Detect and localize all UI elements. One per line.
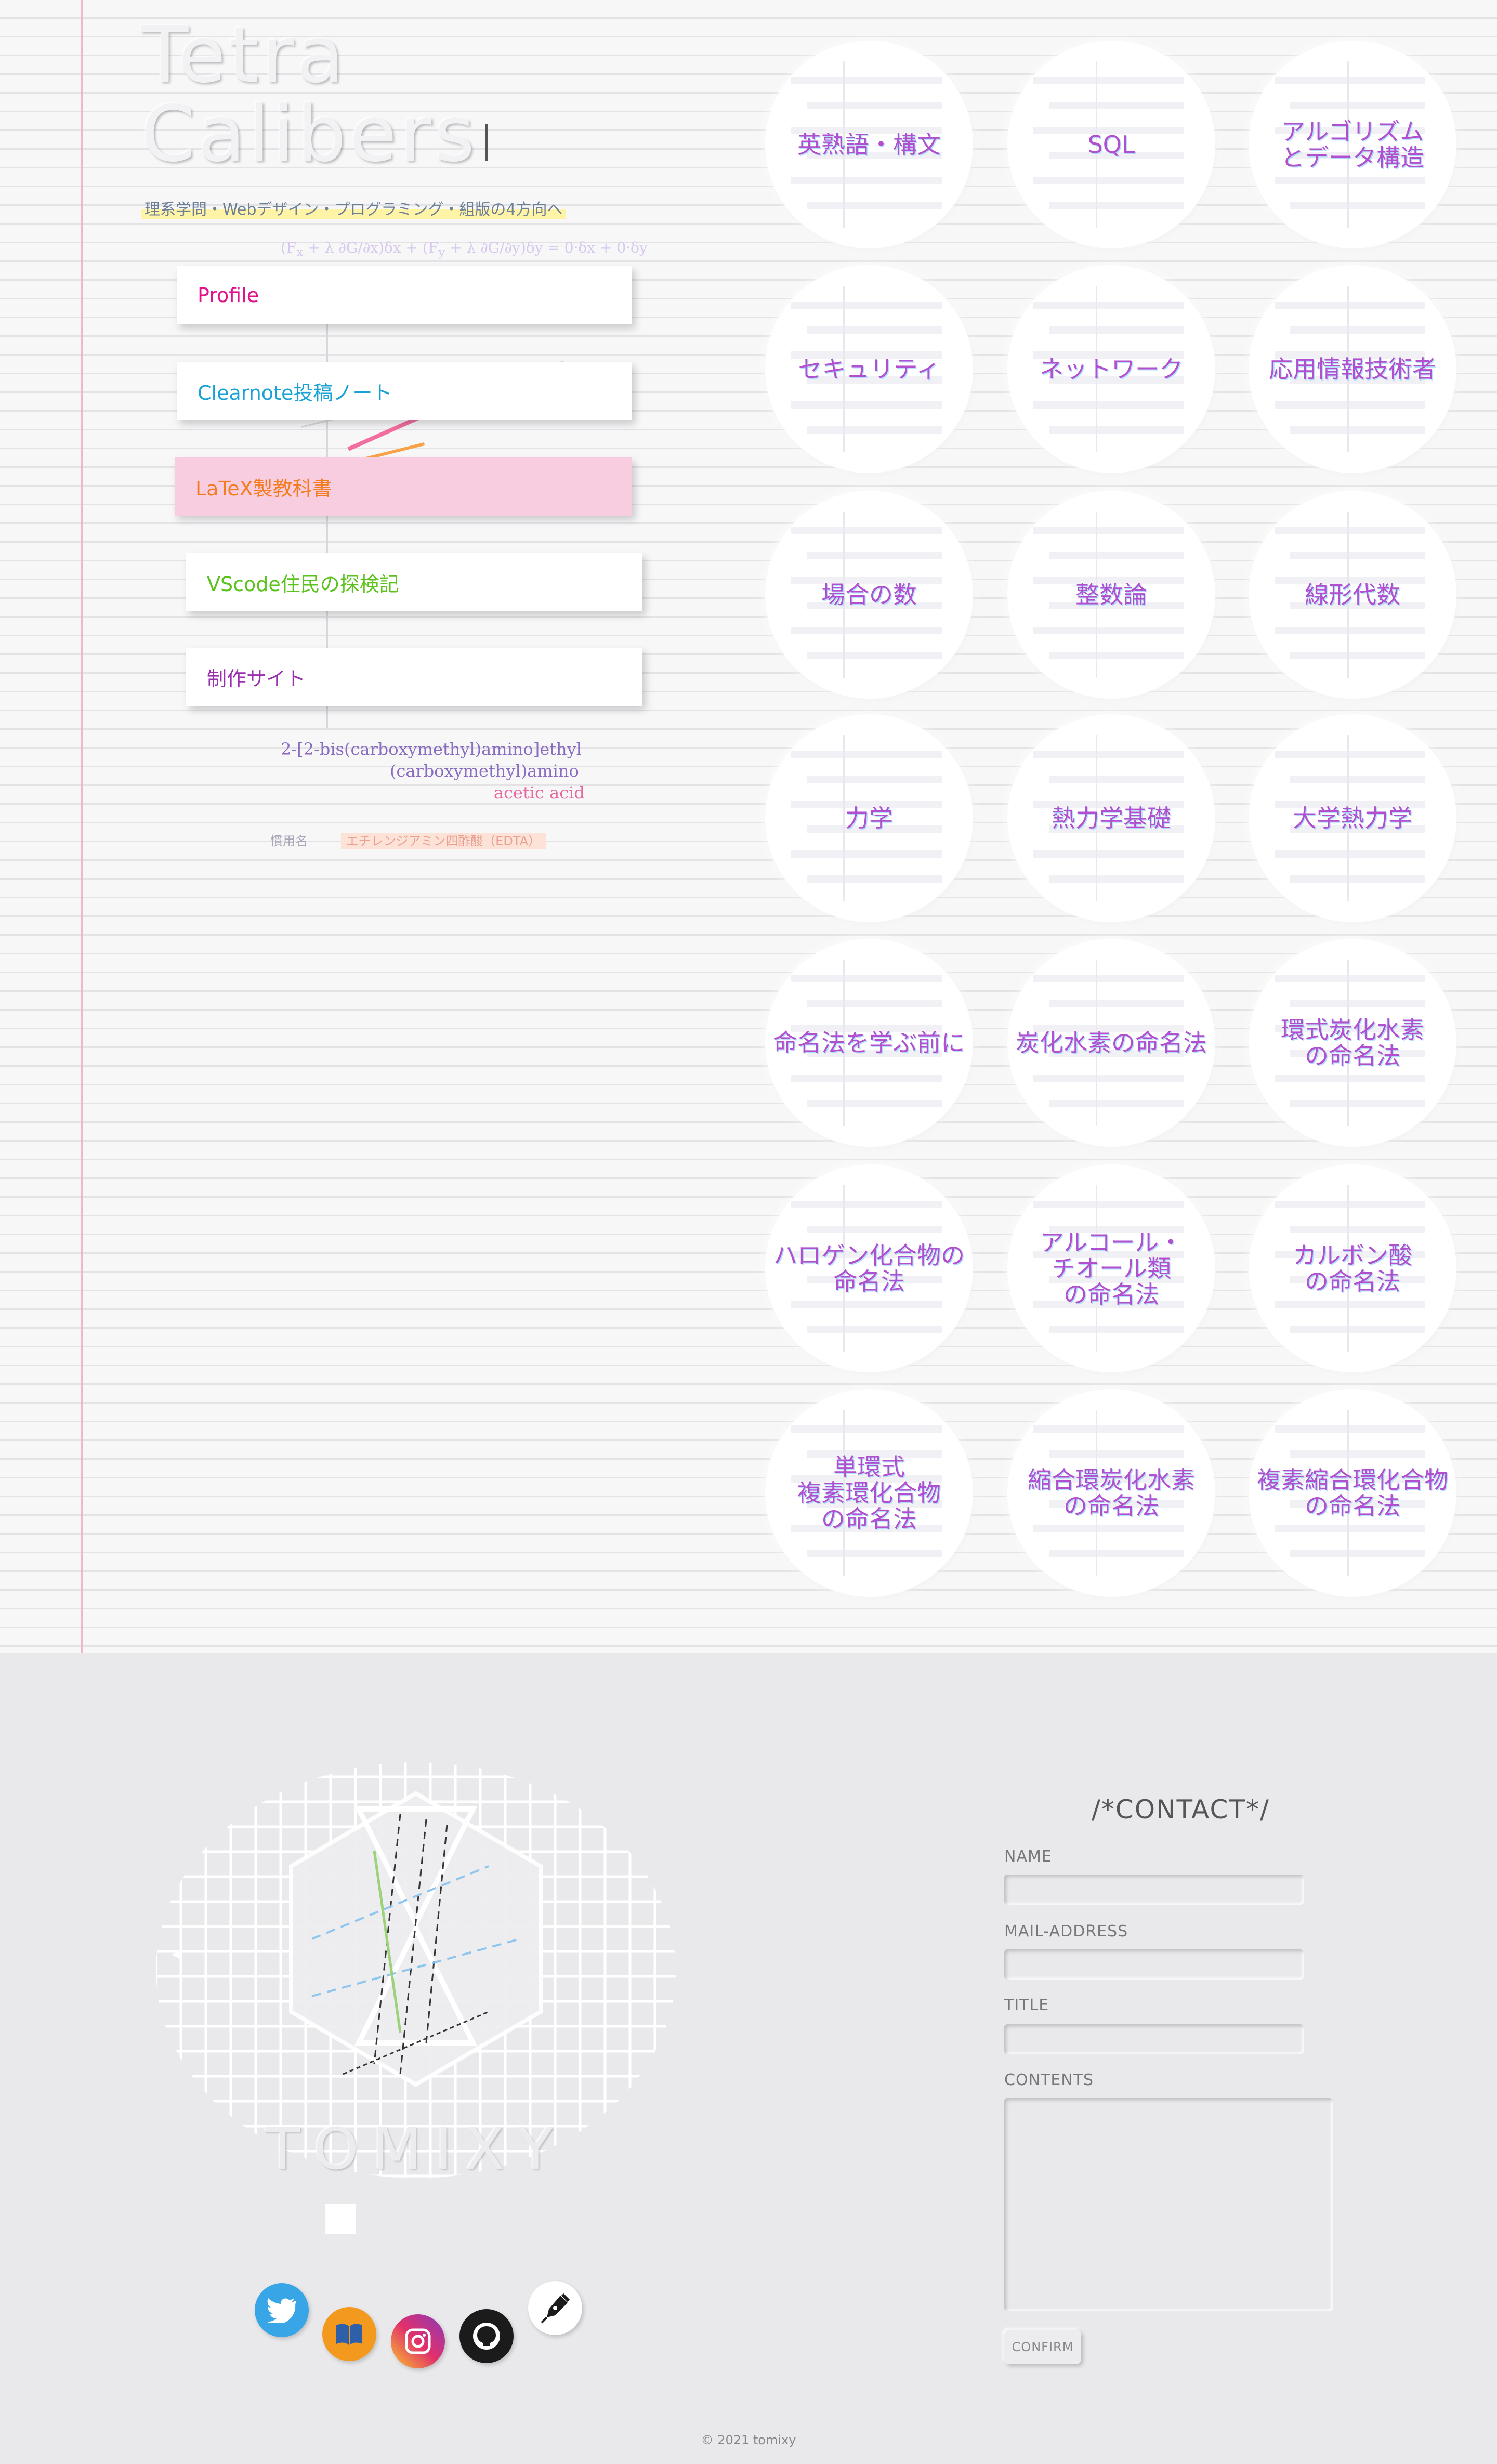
twitter-icon[interactable]	[255, 2283, 309, 2337]
site-logo[interactable]: Tetra Calibers	[141, 10, 489, 174]
nav-vscode-label: VScode住民の探検記	[207, 572, 399, 596]
notebook-margin-line	[81, 0, 83, 1669]
topic-univ-thermo[interactable]: 大学熱力学	[1249, 714, 1456, 922]
text-cursor	[485, 124, 489, 161]
mail-label: MAIL-ADDRESS	[1004, 1922, 1128, 1941]
topic-halogen-naming[interactable]: ハロゲン化合物の 命名法	[765, 1164, 973, 1372]
topic-label: ハロゲン化合物の 命名法	[773, 1241, 965, 1295]
topic-label: 力学	[845, 804, 893, 832]
compound-line-3: acetic acid	[494, 783, 585, 803]
emblem-graphic	[156, 1762, 676, 2178]
topic-label: 複素縮合環化合物 の命名法	[1257, 1466, 1448, 1520]
site-tagline: 理系学問・Webデザイン・プログラミング・組版の4方向へ	[141, 196, 566, 219]
nav-clearnote[interactable]: Clearnote投稿ノート	[177, 362, 632, 420]
name-field[interactable]	[1004, 1875, 1304, 1905]
topic-carboxylic-acid-naming[interactable]: カルボン酸 の命名法	[1249, 1164, 1456, 1372]
fountain-pen-glyph	[541, 2293, 570, 2324]
tomixy-emblem: TOMIXY	[156, 1752, 676, 2261]
background-common-name: 慣用名 エチレンジアミン四酢酸（EDTA）	[270, 831, 546, 849]
topic-applied-it[interactable]: 応用情報技術者	[1249, 265, 1456, 473]
topic-number-theory[interactable]: 整数論	[1007, 491, 1215, 699]
topic-label: 場合の数	[821, 581, 917, 609]
nav-vscode[interactable]: VScode住民の探検記	[186, 553, 642, 611]
topic-fused-hetero-naming[interactable]: 複素縮合環化合物 の命名法	[1249, 1389, 1456, 1597]
topic-label: ネットワーク	[1040, 355, 1183, 383]
topic-label: カルボン酸 の命名法	[1293, 1241, 1412, 1295]
topic-linear-algebra[interactable]: 線形代数	[1249, 491, 1456, 699]
topic-label: アルコール・ チオール類 の命名法	[1040, 1228, 1183, 1308]
topic-label: 命名法を学ぶ前に	[773, 1029, 965, 1057]
emblem-name: TOMIXY	[265, 2116, 567, 2182]
common-name-value: エチレンジアミン四酢酸（EDTA）	[340, 833, 546, 849]
topic-label: 大学熱力学	[1293, 804, 1412, 832]
topic-fused-ring-naming[interactable]: 縮合環炭化水素 の命名法	[1007, 1389, 1215, 1597]
copyright: © 2021 tomixy	[701, 2433, 796, 2447]
name-label: NAME	[1004, 1847, 1052, 1866]
title-field[interactable]	[1004, 2024, 1304, 2054]
common-name-label: 慣用名	[270, 834, 308, 848]
contents-field[interactable]	[1004, 2098, 1333, 2311]
github-icon[interactable]	[459, 2309, 514, 2363]
contents-label: CONTENTS	[1004, 2071, 1094, 2089]
topic-algorithm[interactable]: アルゴリズム とデータ構造	[1249, 41, 1456, 248]
topic-sql[interactable]: SQL	[1007, 41, 1215, 248]
book-icon[interactable]	[322, 2307, 376, 2361]
emblem-square	[325, 2204, 356, 2234]
topic-label: 単環式 複素環化合物 の命名法	[797, 1453, 941, 1533]
topic-thermo-basics[interactable]: 熱力学基礎	[1007, 714, 1215, 922]
mail-field[interactable]	[1004, 1949, 1304, 1980]
topic-monocyclic-hetero-naming[interactable]: 単環式 複素環化合物 の命名法	[765, 1389, 973, 1597]
topic-alcohol-thiol-naming[interactable]: アルコール・ チオール類 の命名法	[1007, 1164, 1215, 1372]
nav-clearnote-label: Clearnote投稿ノート	[198, 381, 392, 404]
title-label: TITLE	[1004, 1996, 1049, 2014]
nav-profile-label: Profile	[198, 284, 259, 307]
topic-label: 環式炭化水素 の命名法	[1281, 1016, 1424, 1070]
topic-label: SQL	[1087, 130, 1135, 159]
contact-title: /*CONTACT*/	[1092, 1794, 1270, 1825]
instagram-icon[interactable]	[391, 2314, 445, 2368]
logo-line-2: Calibers	[141, 95, 489, 174]
topic-label: アルゴリズム とデータ構造	[1281, 117, 1424, 172]
topic-combinatorics[interactable]: 場合の数	[765, 491, 973, 699]
background-equation: (Fx + λ ∂G/∂x)δx + (Fy + λ ∂G/∂y)δy = 0·…	[281, 239, 648, 259]
topic-label: 線形代数	[1305, 581, 1400, 609]
instagram-glyph	[405, 2328, 431, 2354]
nav-latex-label: LaTeX製教科書	[195, 477, 332, 500]
twitter-bird-glyph	[267, 2298, 297, 2323]
topic-label: 応用情報技術者	[1269, 355, 1436, 383]
topic-mechanics[interactable]: 力学	[765, 714, 973, 922]
topic-network[interactable]: ネットワーク	[1007, 265, 1215, 473]
topic-label: セキュリティ	[798, 355, 940, 383]
compound-line-2: (carboxymethyl)amino	[390, 761, 579, 781]
topic-before-nomenclature[interactable]: 命名法を学ぶ前に	[765, 939, 973, 1147]
topic-cyclic-hydrocarbon-naming[interactable]: 環式炭化水素 の命名法	[1249, 939, 1456, 1147]
topic-label: 炭化水素の命名法	[1016, 1029, 1207, 1057]
topic-label: 英熟語・構文	[797, 130, 941, 159]
nav-works-label: 制作サイト	[207, 667, 306, 690]
nav-latex[interactable]: LaTeX製教科書	[175, 457, 632, 516]
nav-works[interactable]: 制作サイト	[186, 648, 642, 706]
topic-label: 熱力学基礎	[1052, 804, 1171, 832]
logo-line-2-text: Calibers	[141, 89, 478, 179]
book-glyph	[336, 2324, 362, 2345]
logo-line-1: Tetra	[141, 10, 347, 100]
topic-label: 縮合環炭化水素 の命名法	[1028, 1466, 1195, 1520]
topic-english[interactable]: 英熟語・構文	[765, 41, 973, 248]
github-octocat-glyph	[473, 2323, 500, 2350]
pen-icon[interactable]	[528, 2281, 582, 2335]
compound-line-1: 2-[2-bis(carboxymethyl)amino]ethyl	[281, 739, 582, 759]
topic-security[interactable]: セキュリティ	[765, 265, 973, 473]
nav-profile[interactable]: Profile	[177, 266, 632, 324]
confirm-button[interactable]: CONFIRM	[1004, 2330, 1081, 2364]
background-compound-name: 2-[2-bis(carboxymethyl)amino]ethyl (carb…	[281, 738, 585, 804]
topic-label: 整数論	[1075, 581, 1147, 609]
topic-hydrocarbon-naming[interactable]: 炭化水素の命名法	[1007, 939, 1215, 1147]
